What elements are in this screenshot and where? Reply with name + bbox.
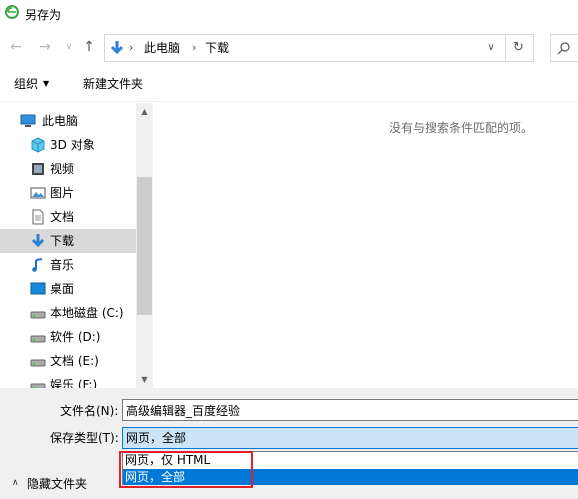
download-icon: [31, 234, 45, 248]
sidebar-item-label: 文档 (E:): [50, 354, 99, 368]
empty-results-message: 没有与搜索条件匹配的项。: [389, 121, 534, 135]
save-options-panel: 文件名(N): 保存类型(T): 网页，全部 网页，仅 HTML 网页，全部 ∧…: [0, 388, 578, 499]
filename-label: 文件名(N):: [60, 404, 119, 418]
address-row: ← → ∨ ↑ › 此电脑 › 下载 ∨ ↻: [0, 28, 578, 66]
save-type-label: 保存类型(T):: [50, 431, 119, 445]
save-type-dropdown-list[interactable]: 网页，仅 HTML 网页，全部: [122, 451, 578, 485]
sidebar-item-label: 软件 (D:): [50, 330, 101, 344]
title-bar: 另存为: [0, 0, 578, 28]
scrollbar-thumb[interactable]: [137, 177, 152, 315]
sidebar-item-label: 本地磁盘 (C:): [50, 306, 124, 320]
music-icon: [32, 258, 43, 272]
sidebar-item[interactable]: 音乐: [0, 253, 136, 277]
hide-folders-toggle[interactable]: 隐藏文件夹: [27, 477, 87, 491]
breadcrumb-separator-icon: ›: [192, 41, 197, 54]
filename-input[interactable]: [122, 399, 578, 421]
forward-arrow-icon[interactable]: →: [37, 39, 53, 55]
sidebar-item-label: 桌面: [50, 282, 75, 296]
sidebar-item[interactable]: 文档 (E:): [0, 349, 136, 373]
refresh-icon: ↻: [513, 40, 524, 55]
new-folder-button[interactable]: 新建文件夹: [83, 77, 143, 91]
sidebar-item[interactable]: 桌面: [0, 277, 136, 301]
scroll-up-icon[interactable]: ▲: [136, 103, 153, 120]
search-input[interactable]: [550, 34, 578, 62]
back-arrow-icon[interactable]: ←: [8, 39, 24, 55]
picture-icon: [30, 187, 46, 199]
download-folder-icon: [110, 41, 124, 55]
search-icon: [557, 42, 570, 55]
desktop-icon: [30, 282, 46, 295]
sidebar-item[interactable]: 此电脑: [0, 109, 136, 133]
sidebar-item-label: 下载: [50, 234, 75, 248]
hide-folders-chevron-icon[interactable]: ∧: [12, 478, 19, 488]
window-title: 另存为: [25, 8, 62, 22]
sidebar-item-label: 文档: [50, 210, 75, 224]
drive-icon: [30, 335, 46, 343]
sidebar-item-label: 图片: [50, 186, 75, 200]
drive-icon: [30, 359, 46, 367]
up-arrow-icon[interactable]: ↑: [81, 39, 97, 55]
computer-icon: [20, 114, 36, 127]
recent-locations-chevron-icon[interactable]: ∨: [61, 39, 77, 55]
command-bar: 组织 ▼ 新建文件夹: [0, 66, 578, 102]
video-icon: [32, 163, 44, 175]
organize-button[interactable]: 组织 ▼: [14, 77, 49, 91]
browser-app-icon: [5, 5, 19, 19]
address-bar[interactable]: › 此电脑 › 下载 ∨: [104, 34, 506, 62]
file-list-area[interactable]: 没有与搜索条件匹配的项。: [154, 103, 578, 388]
sidebar-item[interactable]: 视频: [0, 157, 136, 181]
sidebar-item[interactable]: 软件 (D:): [0, 325, 136, 349]
sidebar-item-label: 3D 对象: [50, 138, 95, 152]
document-icon: [32, 209, 44, 225]
sidebar-item[interactable]: 文档: [0, 205, 136, 229]
save-type-option-complete[interactable]: 网页，全部: [123, 469, 578, 485]
navigation-scrollbar[interactable]: ▲ ▼: [136, 103, 153, 388]
sidebar-item[interactable]: 3D 对象: [0, 133, 136, 157]
sidebar-item[interactable]: 图片: [0, 181, 136, 205]
navigation-pane: 此电脑 3D 对象视频图片文档下载音乐桌面本地磁盘 (C:) 软件 (D:) 文档 (…: [0, 103, 153, 392]
sidebar-item[interactable]: 下载: [0, 229, 136, 253]
drive-icon: [30, 311, 46, 319]
organize-label: 组织: [14, 77, 39, 91]
breadcrumb-separator-icon: ›: [129, 41, 134, 54]
save-type-select[interactable]: 网页，全部: [122, 427, 578, 449]
address-dropdown-icon[interactable]: ∨: [485, 41, 497, 55]
sidebar-item-label: 音乐: [50, 258, 75, 272]
3d-objects-icon: [31, 137, 45, 153]
breadcrumb-downloads[interactable]: 下载: [205, 41, 229, 55]
organize-caret-icon: ▼: [43, 79, 50, 88]
save-type-option-html-only[interactable]: 网页，仅 HTML: [123, 452, 578, 468]
scroll-down-icon[interactable]: ▼: [136, 371, 153, 388]
sidebar-item-label: 此电脑: [42, 114, 79, 128]
refresh-button[interactable]: ↻: [506, 34, 534, 62]
breadcrumb-this-pc[interactable]: 此电脑: [144, 41, 180, 55]
sidebar-item[interactable]: 本地磁盘 (C:): [0, 301, 136, 325]
sidebar-item-label: 视频: [50, 162, 75, 176]
